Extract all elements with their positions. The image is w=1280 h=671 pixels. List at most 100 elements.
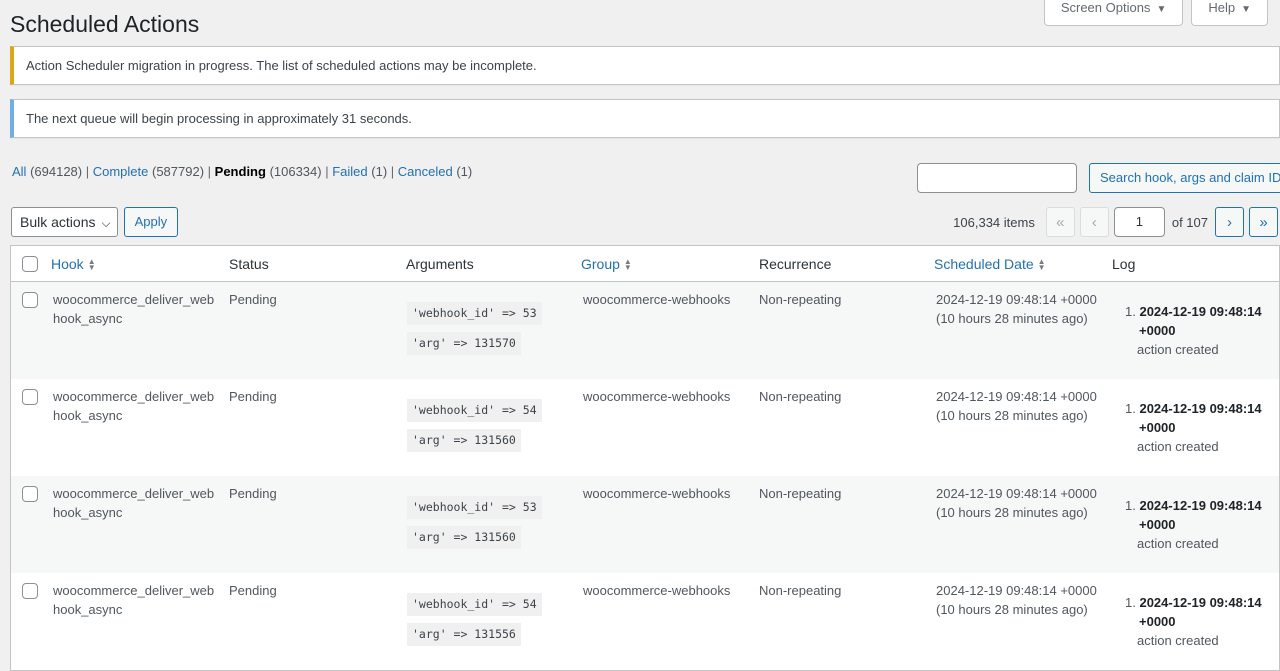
log-message: action created (1137, 536, 1219, 551)
caret-down-icon: ▼ (1241, 4, 1251, 15)
filter-all-count: (694128) (30, 164, 83, 179)
filter-canceled[interactable]: Canceled (398, 164, 453, 179)
pagination: 106,334 items « ‹ 1 of 107 › » (953, 207, 1278, 237)
filter-pending[interactable]: Pending (215, 164, 266, 179)
caret-down-icon: ▼ (1156, 4, 1167, 15)
recurrence-cell: Non-repeating (759, 486, 842, 501)
argument-code: 'webhook_id' => 53 (407, 302, 542, 325)
screen-options-button[interactable]: Screen Options ▼ (1043, 0, 1184, 26)
chevron-down-icon: ⌵ (101, 216, 111, 230)
hook-cell[interactable]: woocommerce_deliver_web hook_async (53, 290, 214, 328)
hook-cell[interactable]: woocommerce_deliver_web hook_async (53, 387, 214, 425)
screen-options-label: Screen Options (1060, 0, 1151, 15)
search-input[interactable] (917, 163, 1077, 193)
search-box: Search hook, args and claim ID (917, 163, 1280, 193)
log-timezone: +0000 (1139, 517, 1176, 532)
bulk-actions-select[interactable]: Bulk actions ⌵ (11, 207, 118, 237)
page-title: Scheduled Actions (10, 11, 200, 37)
log-cell: 1. 2024-12-19 09:48:14 +0000 action crea… (1125, 302, 1262, 359)
filter-complete-count: (587792) (152, 164, 205, 179)
current-page-input[interactable]: 1 (1113, 207, 1165, 237)
sort-icon: ▲ ▼ (1037, 257, 1046, 273)
log-number: 1. (1125, 498, 1136, 513)
status-cell: Pending (229, 583, 277, 598)
column-hook[interactable]: Hook ▲ ▼ (51, 246, 96, 282)
filter-failed-count: (1) (371, 164, 388, 179)
scheduled-date: 2024-12-19 09:48:14 +0000 (936, 389, 1097, 404)
log-message: action created (1137, 439, 1219, 454)
hook-name-cont: hook_async (53, 408, 123, 423)
log-date: 2024-12-19 09:48:14 (1139, 595, 1262, 610)
log-timezone: +0000 (1139, 420, 1176, 435)
group-cell: woocommerce-webhooks (583, 292, 731, 307)
hook-name: woocommerce_deliver_web (53, 389, 215, 404)
column-scheduled-date[interactable]: Scheduled Date ▲ ▼ (934, 246, 1046, 282)
group-cell: woocommerce-webhooks (583, 583, 731, 598)
bulk-actions: Bulk actions ⌵ Apply (11, 207, 179, 237)
hook-name: woocommerce_deliver_web (53, 486, 215, 501)
arguments-cell: 'webhook_id' => 53 'arg' => 131570 (407, 302, 542, 362)
hook-cell[interactable]: woocommerce_deliver_web hook_async (53, 581, 214, 619)
hook-name: woocommerce_deliver_web (53, 292, 215, 307)
scheduled-date: 2024-12-19 09:48:14 +0000 (936, 292, 1097, 307)
argument-code: 'arg' => 131560 (407, 526, 521, 549)
scheduled-date-cell: 2024-12-19 09:48:14 +0000 (10 hours 28 mi… (936, 387, 1097, 425)
hook-name-cont: hook_async (53, 602, 123, 617)
row-checkbox[interactable] (22, 583, 38, 599)
argument-code: 'arg' => 131570 (407, 332, 521, 355)
log-date: 2024-12-19 09:48:14 (1139, 498, 1262, 513)
log-message: action created (1137, 633, 1219, 648)
queue-info-notice: The next queue will begin processing in … (10, 99, 1280, 138)
argument-code: 'webhook_id' => 54 (407, 399, 542, 422)
filter-canceled-count: (1) (456, 164, 473, 179)
migration-warning-notice: Action Scheduler migration in progress. … (10, 46, 1280, 85)
argument-code: 'webhook_id' => 53 (407, 496, 542, 519)
status-cell: Pending (229, 389, 277, 404)
search-button[interactable]: Search hook, args and claim ID (1089, 163, 1280, 193)
status-cell: Pending (229, 486, 277, 501)
log-date: 2024-12-19 09:48:14 (1139, 304, 1262, 319)
notice-text: The next queue will begin processing in … (26, 111, 412, 126)
filter-all[interactable]: All (12, 164, 26, 179)
column-hook-label: Hook (51, 256, 84, 272)
column-recurrence: Recurrence (759, 256, 832, 272)
prev-page-button[interactable]: ‹ (1079, 207, 1109, 237)
argument-code: 'webhook_id' => 54 (407, 593, 542, 616)
table-row: woocommerce_deliver_web hook_async Pendin… (11, 476, 1279, 573)
log-number: 1. (1125, 401, 1136, 416)
hook-name-cont: hook_async (53, 505, 123, 520)
screen-meta-links: Screen Options ▼ Help ▼ (1043, 0, 1268, 26)
scheduled-relative: (10 hours 28 minutes ago) (936, 505, 1088, 520)
filter-failed[interactable]: Failed (332, 164, 367, 179)
arguments-cell: 'webhook_id' => 54 'arg' => 131560 (407, 399, 542, 459)
row-checkbox[interactable] (22, 292, 38, 308)
recurrence-cell: Non-repeating (759, 292, 842, 307)
hook-cell[interactable]: woocommerce_deliver_web hook_async (53, 484, 214, 522)
row-checkbox[interactable] (22, 389, 38, 405)
select-all-checkbox[interactable] (22, 256, 38, 272)
help-label: Help (1208, 0, 1236, 15)
apply-button[interactable]: Apply (123, 207, 179, 237)
first-page-button[interactable]: « (1045, 207, 1075, 237)
arguments-cell: 'webhook_id' => 54 'arg' => 131556 (407, 593, 542, 653)
last-page-button[interactable]: » (1249, 207, 1278, 237)
log-message: action created (1137, 342, 1219, 357)
log-cell: 1. 2024-12-19 09:48:14 +0000 action crea… (1125, 399, 1262, 456)
scheduled-date: 2024-12-19 09:48:14 +0000 (936, 583, 1097, 598)
next-page-button[interactable]: › (1215, 207, 1244, 237)
column-group[interactable]: Group ▲ ▼ (581, 246, 632, 282)
help-button[interactable]: Help ▼ (1191, 0, 1268, 26)
status-filters: All (694128) | Complete (587792) | Pendi… (12, 164, 473, 179)
log-cell: 1. 2024-12-19 09:48:14 +0000 action crea… (1125, 496, 1262, 553)
row-checkbox[interactable] (22, 486, 38, 502)
arguments-cell: 'webhook_id' => 53 'arg' => 131560 (407, 496, 542, 556)
filter-complete[interactable]: Complete (93, 164, 149, 179)
argument-code: 'arg' => 131560 (407, 429, 521, 452)
scheduled-date-cell: 2024-12-19 09:48:14 +0000 (10 hours 28 mi… (936, 581, 1097, 619)
log-number: 1. (1125, 595, 1136, 610)
hook-name-cont: hook_async (53, 311, 123, 326)
log-timezone: +0000 (1139, 614, 1176, 629)
table-row: woocommerce_deliver_web hook_async Pendin… (11, 379, 1279, 476)
column-status: Status (229, 256, 269, 272)
column-scheduled-label: Scheduled Date (934, 256, 1034, 272)
